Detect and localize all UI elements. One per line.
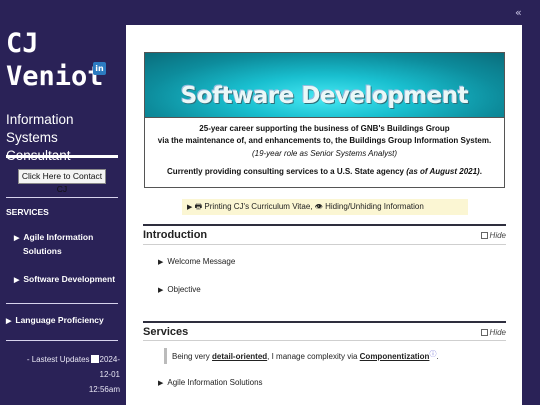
updated-label: - Lastest Updates xyxy=(26,355,90,364)
summary-line: 25-year career supporting the business o… xyxy=(199,124,450,133)
sidebar-item-label: Agile Information xyxy=(23,232,94,242)
last-updated: - Lastest Updates 2024-12-01 12:56am xyxy=(20,352,120,398)
sidebar-item-language-proficiency[interactable]: ▶ Language Proficiency xyxy=(6,314,104,328)
section-services: Services Hide xyxy=(143,321,506,338)
hide-checkbox[interactable]: Hide xyxy=(480,231,506,240)
hide-unhide-link[interactable]: Hiding/Unhiding Information xyxy=(325,202,424,211)
linkedin-icon[interactable]: in xyxy=(93,62,106,75)
expander-agile-information-solutions[interactable]: ▶ Agile Information Solutions xyxy=(158,378,263,387)
collapse-sidebar-icon[interactable]: « xyxy=(515,6,522,19)
print-hide-toolbar: ▶ 🖶 Printing CJ's Curriculum Vitae, 👁 Hi… xyxy=(182,199,468,215)
chevron-right-icon: ▶ xyxy=(158,380,164,387)
chevron-right-icon: ▶ xyxy=(158,287,164,294)
calendar-icon xyxy=(90,355,99,363)
chevron-right-icon: ▶ xyxy=(14,277,20,284)
expander-objective[interactable]: ▶ Objective xyxy=(158,285,201,294)
main-content: Software Development 25-year career supp… xyxy=(126,25,522,405)
contact-button[interactable]: Click Here to Contact CJ xyxy=(18,169,106,194)
services-heading: SERVICES xyxy=(6,207,49,217)
detail-oriented-link[interactable]: detail-oriented xyxy=(212,352,267,361)
sidebar-item-label: Software Development xyxy=(23,274,116,284)
divider xyxy=(6,197,118,198)
site-name: CJ Veniot xyxy=(6,28,104,94)
sidebar-item-label: Language Proficiency xyxy=(15,315,104,325)
updated-date: 2024-12-01 xyxy=(99,355,120,380)
eye-icon: 👁 xyxy=(314,202,323,211)
divider xyxy=(143,244,506,245)
checkbox-icon xyxy=(480,329,488,336)
chevron-right-icon: ▶ xyxy=(158,259,164,266)
summary-line: via the maintenance of, and enhancements… xyxy=(157,136,492,146)
sidebar-item-agile-information-solutions[interactable]: ▶ Agile Information Solutions xyxy=(14,231,93,258)
updated-time: 12:56am xyxy=(88,385,120,395)
sidebar: CJ Veniot in Information Systems Consult… xyxy=(0,0,124,405)
section-title: Introduction xyxy=(143,229,208,241)
divider xyxy=(6,340,118,341)
sidebar-item-label: Solutions xyxy=(23,245,62,256)
hide-checkbox[interactable]: Hide xyxy=(480,328,506,337)
componentization-link[interactable]: Componentization xyxy=(360,352,430,361)
name-first: CJ xyxy=(6,28,39,59)
checkbox-icon xyxy=(480,232,488,239)
chevron-right-icon: ▶ xyxy=(14,235,20,242)
services-quote: Being very detail-oriented, I manage com… xyxy=(164,348,439,364)
summary-line: Currently providing consulting services … xyxy=(167,167,482,177)
banner-image: Software Development xyxy=(144,52,505,118)
banner-title: Software Development xyxy=(180,83,469,109)
expander-welcome-message[interactable]: ▶ Welcome Message xyxy=(158,257,235,266)
sidebar-item-software-development[interactable]: ▶ Software Development xyxy=(14,273,115,287)
divider xyxy=(6,303,118,304)
section-title: Services xyxy=(143,326,189,338)
printer-icon: 🖶 xyxy=(194,202,203,211)
chevron-right-icon: ▶ xyxy=(6,318,12,325)
name-last: Veniot xyxy=(6,60,104,92)
summary-line: (19-year role as Senior Systems Analyst) xyxy=(251,148,398,158)
divider xyxy=(6,155,118,158)
divider xyxy=(143,340,506,341)
banner-summary: 25-year career supporting the business o… xyxy=(144,118,505,188)
print-cv-link[interactable]: Printing CJ's Curriculum Vitae, xyxy=(204,202,312,211)
section-introduction: Introduction Hide xyxy=(143,224,506,241)
